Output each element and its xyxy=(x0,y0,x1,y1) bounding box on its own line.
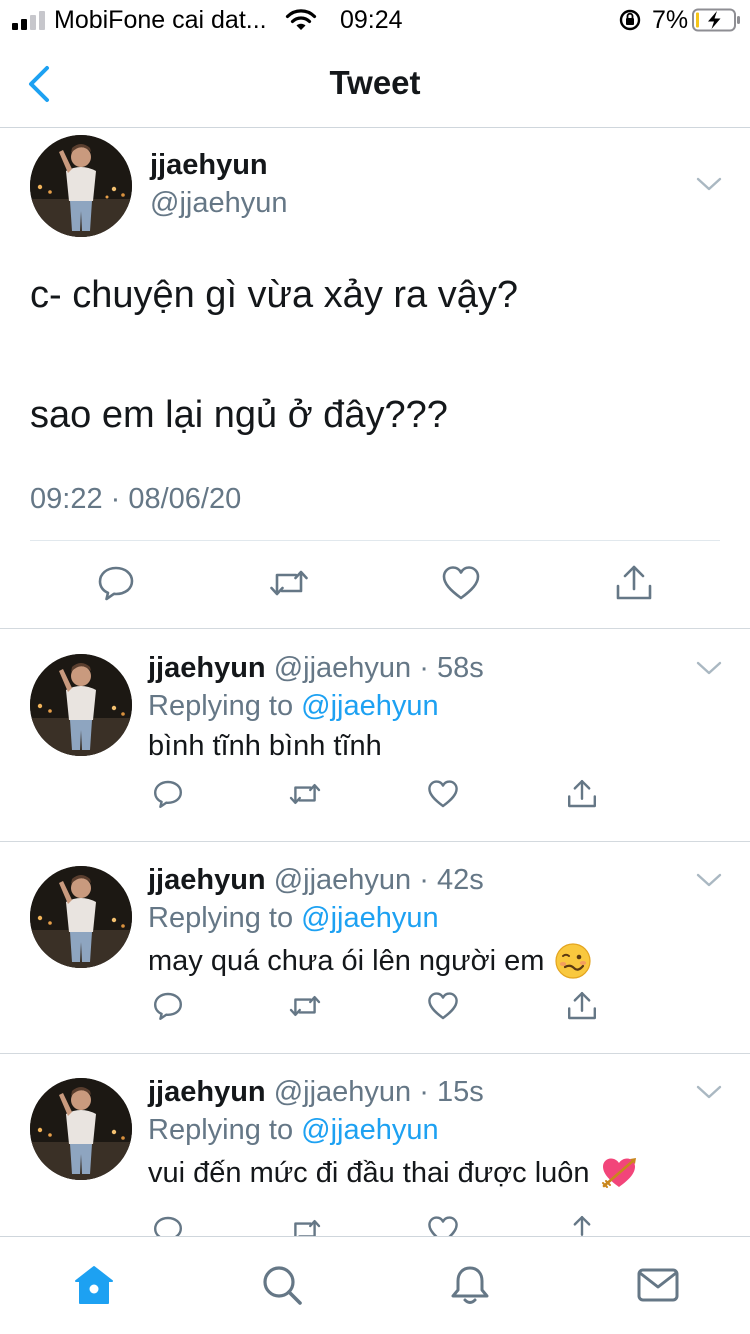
reply-tweet[interactable]: jjaehyun @jjaehyun · 15s Replying to @jj… xyxy=(0,1054,750,1236)
avatar-photo xyxy=(30,866,132,968)
avatar[interactable] xyxy=(30,654,132,756)
replying-to-label: Replying to xyxy=(148,690,294,722)
retweet-icon[interactable] xyxy=(289,778,321,810)
signal-icon xyxy=(12,11,45,30)
carrier-name: MobiFone cai dat... xyxy=(54,6,267,34)
mention-link[interactable]: @jjaehyun xyxy=(301,690,438,722)
wifi-icon xyxy=(285,9,317,30)
author-name[interactable]: jjaehyun xyxy=(148,652,266,684)
search-icon[interactable] xyxy=(260,1263,304,1307)
reply-text-content: vui đến mức đi đầu thai được luôn xyxy=(148,1156,590,1189)
chevron-down-icon[interactable] xyxy=(694,658,724,678)
mention-link[interactable]: @jjaehyun xyxy=(301,1114,438,1146)
orientation-lock-icon xyxy=(619,9,641,31)
separator-dot: · xyxy=(411,864,437,896)
battery-percent: 7% xyxy=(652,6,689,34)
retweet-icon[interactable] xyxy=(289,1214,321,1236)
like-icon[interactable] xyxy=(441,563,481,603)
avatar-photo xyxy=(30,1078,132,1180)
reply-icon[interactable] xyxy=(96,563,136,603)
author-handle[interactable]: @jjaehyun xyxy=(150,187,287,220)
messages-icon[interactable] xyxy=(636,1263,680,1307)
separator-dot: · xyxy=(411,1076,437,1108)
reply-time: 15s xyxy=(436,1076,484,1108)
reply-time: 42s xyxy=(436,864,484,896)
like-icon[interactable] xyxy=(427,1214,459,1236)
reply-header: jjaehyun @jjaehyun · 42s xyxy=(148,864,484,897)
chevron-down-icon[interactable] xyxy=(694,174,724,194)
author-handle[interactable]: @jjaehyun xyxy=(274,864,411,896)
page-title: Tweet xyxy=(329,64,421,101)
retweet-icon[interactable] xyxy=(269,563,309,603)
reply-text: may quá chưa ói lên người em xyxy=(148,942,592,980)
reply-header: jjaehyun @jjaehyun · 15s xyxy=(148,1076,484,1109)
reply-tweet[interactable]: jjaehyun @jjaehyun · 58s Replying to @jj… xyxy=(0,630,750,842)
like-icon[interactable] xyxy=(427,990,459,1022)
reply-text: vui đến mức đi đầu thai được luôn xyxy=(148,1154,638,1192)
avatar[interactable] xyxy=(30,866,132,968)
like-icon[interactable] xyxy=(427,778,459,810)
author-handle[interactable]: @jjaehyun xyxy=(274,652,411,684)
reply-tweet[interactable]: jjaehyun @jjaehyun · 42s Replying to @jj… xyxy=(0,842,750,1054)
share-icon[interactable] xyxy=(566,778,598,810)
author-name[interactable]: jjaehyun xyxy=(148,1076,266,1108)
author-handle[interactable]: @jjaehyun xyxy=(274,1076,411,1108)
replying-to-label: Replying to xyxy=(148,902,294,934)
avatar[interactable] xyxy=(30,135,132,237)
tweet-timestamp: 09:22 · 08/06/20 xyxy=(30,483,242,515)
woozy-face-emoji-icon xyxy=(555,943,591,979)
reply-time: 58s xyxy=(436,652,484,684)
reply-icon[interactable] xyxy=(152,990,184,1022)
reply-text-content: may quá chưa ói lên người em xyxy=(148,944,545,977)
share-icon[interactable] xyxy=(566,1214,598,1236)
avatar-photo xyxy=(30,654,132,756)
reply-text: bình tĩnh bình tĩnh xyxy=(148,730,382,763)
chevron-down-icon[interactable] xyxy=(694,870,724,890)
tweet-text-line: sao em lại ngủ ở đây??? xyxy=(30,394,448,436)
separator-dot: · xyxy=(411,652,437,684)
reply-text-content: bình tĩnh bình tĩnh xyxy=(148,730,382,762)
retweet-icon[interactable] xyxy=(289,990,321,1022)
tweet-text-line: c- chuyện gì vừa xảy ra vậy? xyxy=(30,274,518,316)
author-name[interactable]: jjaehyun xyxy=(150,149,268,182)
replying-to-label: Replying to xyxy=(148,1114,294,1146)
home-icon[interactable] xyxy=(72,1263,116,1307)
author-name[interactable]: jjaehyun xyxy=(148,864,266,896)
notifications-icon[interactable] xyxy=(448,1263,492,1307)
reply-icon[interactable] xyxy=(152,1214,184,1236)
mention-link[interactable]: @jjaehyun xyxy=(301,902,438,934)
chevron-down-icon[interactable] xyxy=(694,1082,724,1102)
replying-to: Replying to @jjaehyun xyxy=(148,1114,439,1147)
nav-bar: Tweet xyxy=(0,40,750,128)
replying-to: Replying to @jjaehyun xyxy=(148,902,439,935)
main-tweet: jjaehyun @jjaehyun c- chuyện gì vừa xảy … xyxy=(0,129,750,629)
reply-header: jjaehyun @jjaehyun · 58s xyxy=(148,652,484,685)
share-icon[interactable] xyxy=(566,990,598,1022)
tweet-actions xyxy=(0,541,750,629)
avatar[interactable] xyxy=(30,1078,132,1180)
clock: 09:24 xyxy=(340,6,403,34)
reply-icon[interactable] xyxy=(152,778,184,810)
heart-with-arrow-emoji-icon xyxy=(601,1158,636,1188)
replying-to: Replying to @jjaehyun xyxy=(148,690,439,723)
share-icon[interactable] xyxy=(614,563,654,603)
tab-bar xyxy=(0,1236,750,1334)
battery-charging-icon xyxy=(692,8,740,32)
status-bar: MobiFone cai dat... 09:24 7% xyxy=(0,0,750,40)
avatar-photo xyxy=(30,135,132,237)
